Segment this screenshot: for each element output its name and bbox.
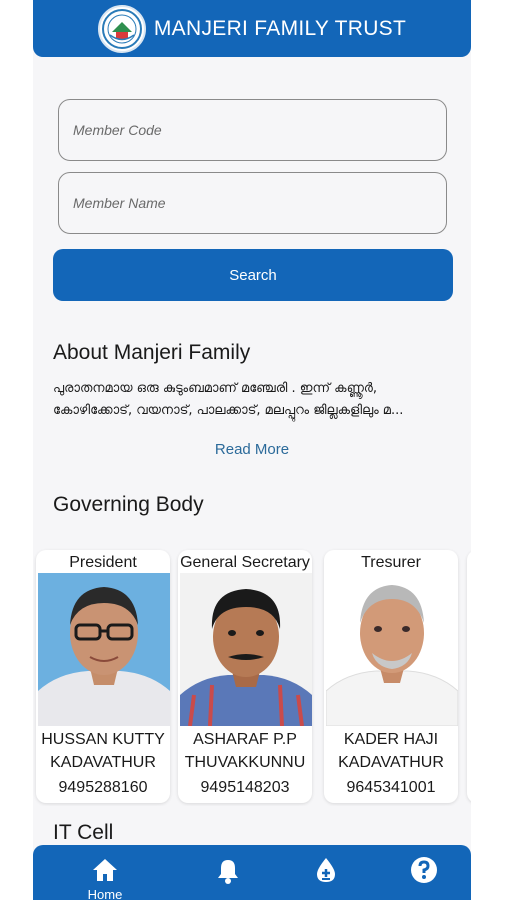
nav-item-notifications[interactable] <box>198 855 258 885</box>
member-card[interactable]: General Secretary ASHARAF P.P THUVAKKUNN… <box>178 550 312 803</box>
member-photo <box>180 573 312 726</box>
nav-item-blood-donation[interactable] <box>296 855 356 885</box>
home-icon <box>93 859 117 881</box>
member-phone[interactable]: 9495148203 <box>174 779 316 797</box>
trust-logo-emblem <box>101 8 142 49</box>
app-screen: MANJERI FAMILY TRUST Search About Manjer… <box>33 0 471 900</box>
search-button[interactable]: Search <box>53 249 453 301</box>
member-place: THUVAKKUNNU <box>184 754 306 771</box>
member-role: Tresurer <box>361 554 421 571</box>
member-code-field[interactable] <box>58 99 447 161</box>
bottom-navigation: Home <box>33 845 471 900</box>
member-name: HUSSAN KUTTY <box>41 731 165 748</box>
governing-body-title: Governing Body <box>53 493 204 516</box>
member-place: KADAVATHUR <box>50 754 156 771</box>
member-phone[interactable]: 9645341001 <box>320 779 462 797</box>
member-name-field[interactable] <box>58 172 447 234</box>
member-code-input[interactable] <box>73 122 446 138</box>
member-photo <box>38 573 170 726</box>
member-role: President <box>69 554 137 571</box>
member-phone[interactable]: 9495288160 <box>33 779 174 797</box>
member-card-partial[interactable] <box>467 550 471 803</box>
nav-home-label: Home <box>87 887 123 900</box>
member-card[interactable]: President HUSSAN KUTTY KADAVATHUR 949528… <box>36 550 170 803</box>
it-cell-title: IT Cell <box>53 821 114 844</box>
about-title: About Manjeri Family <box>53 341 251 364</box>
bell-icon <box>218 860 238 884</box>
member-name: KADER HAJI <box>343 731 439 748</box>
read-more-link[interactable]: Read More <box>33 441 471 458</box>
member-name-input[interactable] <box>73 195 446 211</box>
about-text: പുരാതനമായ ഒരു കുടുംബമാണ് മഞ്ചേരി . ഇന്ന്… <box>53 381 404 418</box>
nav-item-help[interactable] <box>394 855 454 885</box>
member-name: ASHARAF P.P <box>193 731 297 748</box>
top-app-bar: MANJERI FAMILY TRUST <box>33 0 471 57</box>
governing-body-carousel[interactable]: President HUSSAN KUTTY KADAVATHUR 949528… <box>33 546 471 806</box>
member-role: General Secretary <box>180 554 310 571</box>
member-place: KADAVATHUR <box>338 754 444 771</box>
trust-logo <box>97 4 146 53</box>
member-card[interactable]: Tresurer KADER HAJI KADAVATHUR 964534100… <box>324 550 458 803</box>
nav-item-home[interactable]: Home <box>75 855 135 900</box>
member-photo <box>326 573 458 726</box>
app-title: MANJERI FAMILY TRUST <box>153 16 407 40</box>
blood-drop-icon <box>317 858 335 882</box>
help-icon <box>411 857 437 883</box>
